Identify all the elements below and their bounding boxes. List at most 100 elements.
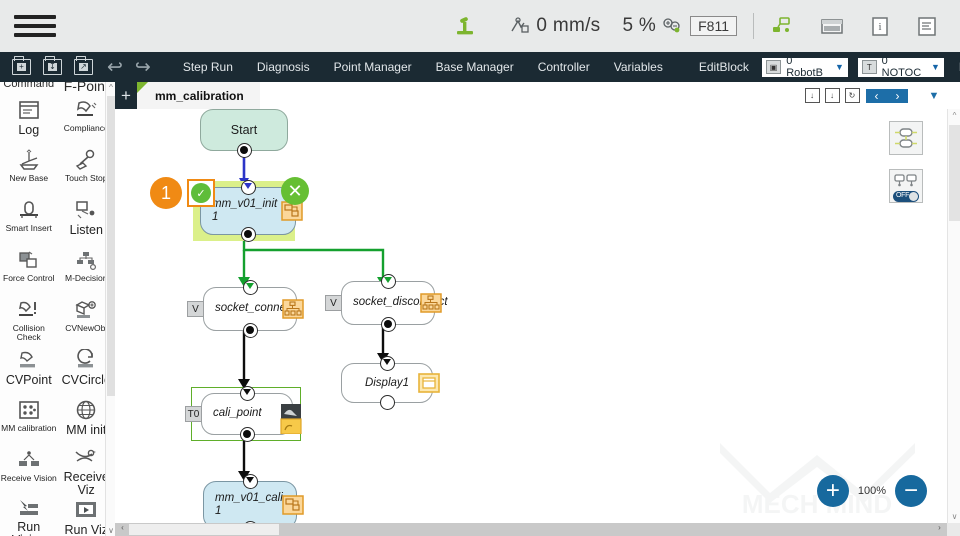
canvas-horizontal-scrollbar[interactable]: ‹ ›: [115, 523, 947, 536]
node-badge: V: [187, 301, 204, 317]
node-socket-disconnect[interactable]: V socket_disconnect: [325, 274, 448, 332]
mm-cali-node-icon: [282, 495, 304, 515]
tool-select[interactable]: T 0 NOTOC ▼: [857, 55, 944, 79]
port-out[interactable]: [242, 323, 258, 338]
sidebar-scrollbar[interactable]: ^ ∨: [105, 82, 115, 536]
sidebar-item-new-base[interactable]: New Base: [0, 144, 58, 194]
sidebar-label: CVNewObj: [65, 323, 108, 333]
scrollbar-thumb[interactable]: [107, 96, 115, 396]
port-out[interactable]: [239, 427, 255, 442]
toggle-knob[interactable]: [909, 191, 918, 201]
port-in[interactable]: [242, 280, 258, 295]
svg-text:i: i: [878, 21, 881, 33]
zoom-level-label: 100%: [857, 485, 886, 497]
node-badge: T0: [185, 406, 202, 422]
node-cali-point[interactable]: T0 cali_point: [185, 386, 302, 442]
node-display1[interactable]: Display1: [341, 356, 440, 410]
new-project-icon[interactable]: +: [12, 56, 31, 78]
sidebar-item-log[interactable]: Log: [0, 94, 58, 144]
listen-icon: [73, 197, 99, 223]
sidebar-label: Log: [18, 123, 40, 137]
port-out[interactable]: [380, 317, 396, 332]
add-tab-button[interactable]: +: [115, 82, 137, 109]
mm-calibration-icon: [17, 397, 41, 423]
display-label[interactable]: Display: [949, 60, 960, 74]
port-in[interactable]: [240, 180, 256, 195]
touch-stop-icon: [73, 147, 99, 173]
scroll-up-arrow[interactable]: ^: [106, 83, 115, 92]
prev-tab-button[interactable]: ‹: [866, 88, 887, 103]
tab-marker-icon: [137, 82, 148, 93]
snap-toggle[interactable]: OFF: [893, 190, 919, 202]
cv-point-icon: [16, 347, 42, 373]
compliance-icon: [73, 97, 99, 123]
canvas-vertical-scrollbar[interactable]: ^ ∨: [947, 109, 960, 523]
percent-value: 5 %: [622, 15, 657, 36]
port-in[interactable]: [380, 274, 396, 289]
save-project-icon[interactable]: ↗: [74, 56, 93, 78]
hamburger-menu-icon[interactable]: [14, 11, 56, 41]
port-out[interactable]: [379, 395, 395, 410]
port-out[interactable]: [236, 143, 252, 158]
menu-variables[interactable]: Variables: [602, 60, 675, 74]
keyboard-icon[interactable]: [820, 16, 844, 36]
sidebar-item-collision-check[interactable]: Collision Check: [0, 294, 58, 344]
robot-select[interactable]: ▣ 0 RobotB ▼: [761, 55, 848, 79]
sort-a-z-icon[interactable]: ↓: [822, 82, 842, 109]
zoom-out-button[interactable]: −: [895, 475, 927, 507]
sidebar-label: Receive Vision: [0, 473, 57, 483]
tool-select-value: 0 NOTOC: [881, 55, 922, 79]
force-control-icon: [16, 247, 42, 273]
menu-step-run[interactable]: Step Run: [171, 60, 245, 74]
info-icon[interactable]: i: [870, 16, 890, 37]
port-out[interactable]: [240, 227, 256, 242]
sidebar-item-smart-insert[interactable]: Smart Insert: [0, 194, 58, 244]
scrollbar-thumb[interactable]: [949, 125, 960, 221]
tab-dropdown-button[interactable]: ▼: [908, 89, 960, 102]
sidebar-item-mm-calibration[interactable]: MM calibration: [0, 394, 58, 444]
zoom-toggle-icon[interactable]: [662, 17, 682, 35]
next-tab-button[interactable]: ›: [887, 88, 908, 103]
menu-base-manager[interactable]: Base Manager: [424, 60, 526, 74]
port-in[interactable]: [239, 386, 255, 401]
scrollbar-thumb[interactable]: [129, 524, 279, 535]
sidebar-item-force-control[interactable]: Force Control: [0, 244, 58, 294]
refresh-search-icon[interactable]: ↻: [842, 82, 862, 109]
receive-vision-icon: [16, 447, 42, 473]
align-vertical-icon[interactable]: [889, 121, 923, 155]
redo-icon[interactable]: ↪: [135, 56, 151, 78]
step-badge: 1: [150, 177, 182, 209]
node-label: cali_point: [213, 407, 262, 420]
sidebar-item-run-vision[interactable]: Run Vision: [0, 494, 58, 536]
node-mm-v01-cali[interactable]: mm_v01_cali 1: [203, 474, 304, 536]
sidebar-item-receive-vision[interactable]: Receive Vision: [0, 444, 58, 494]
tab-mm-calibration[interactable]: mm_calibration: [137, 82, 260, 109]
close-circle-icon[interactable]: ✕: [281, 177, 309, 205]
scroll-up-arrow[interactable]: ^: [948, 111, 960, 120]
check-mark-icon[interactable]: ✓: [187, 179, 215, 207]
flowchart-canvas[interactable]: MECH MIND Start mm_v01_init 1 1 ✓ ✕ V so…: [115, 109, 960, 536]
f-point-value[interactable]: F811: [690, 16, 737, 36]
scroll-left-arrow[interactable]: ‹: [116, 523, 129, 532]
menu-point-manager[interactable]: Point Manager: [322, 60, 424, 74]
node-socket-connect[interactable]: V socket_connect: [187, 280, 304, 338]
document-list-icon[interactable]: [916, 16, 938, 37]
port-in[interactable]: [379, 356, 395, 371]
open-project-icon[interactable]: ↧: [43, 56, 62, 78]
scroll-down-arrow[interactable]: ∨: [106, 526, 115, 535]
menu-controller[interactable]: Controller: [526, 60, 602, 74]
undo-icon[interactable]: ↩: [107, 56, 123, 78]
editblock-label[interactable]: EditBlock: [691, 60, 757, 74]
align-horizontal-icon[interactable]: OFF: [889, 169, 923, 203]
zoom-in-button[interactable]: +: [816, 475, 849, 507]
sort-z-a-icon[interactable]: ↓: [802, 82, 822, 109]
sidebar-item-cvpoint[interactable]: CVPoint: [0, 344, 58, 394]
speed-icon: [509, 16, 531, 36]
node-start[interactable]: Start: [200, 109, 288, 158]
sidebar-label: Touch Stop: [64, 173, 108, 183]
scroll-down-arrow[interactable]: ∨: [948, 512, 960, 521]
network-green-icon[interactable]: [770, 15, 794, 37]
port-in[interactable]: [242, 474, 258, 489]
scroll-right-arrow[interactable]: ›: [933, 523, 946, 532]
menu-diagnosis[interactable]: Diagnosis: [245, 60, 322, 74]
